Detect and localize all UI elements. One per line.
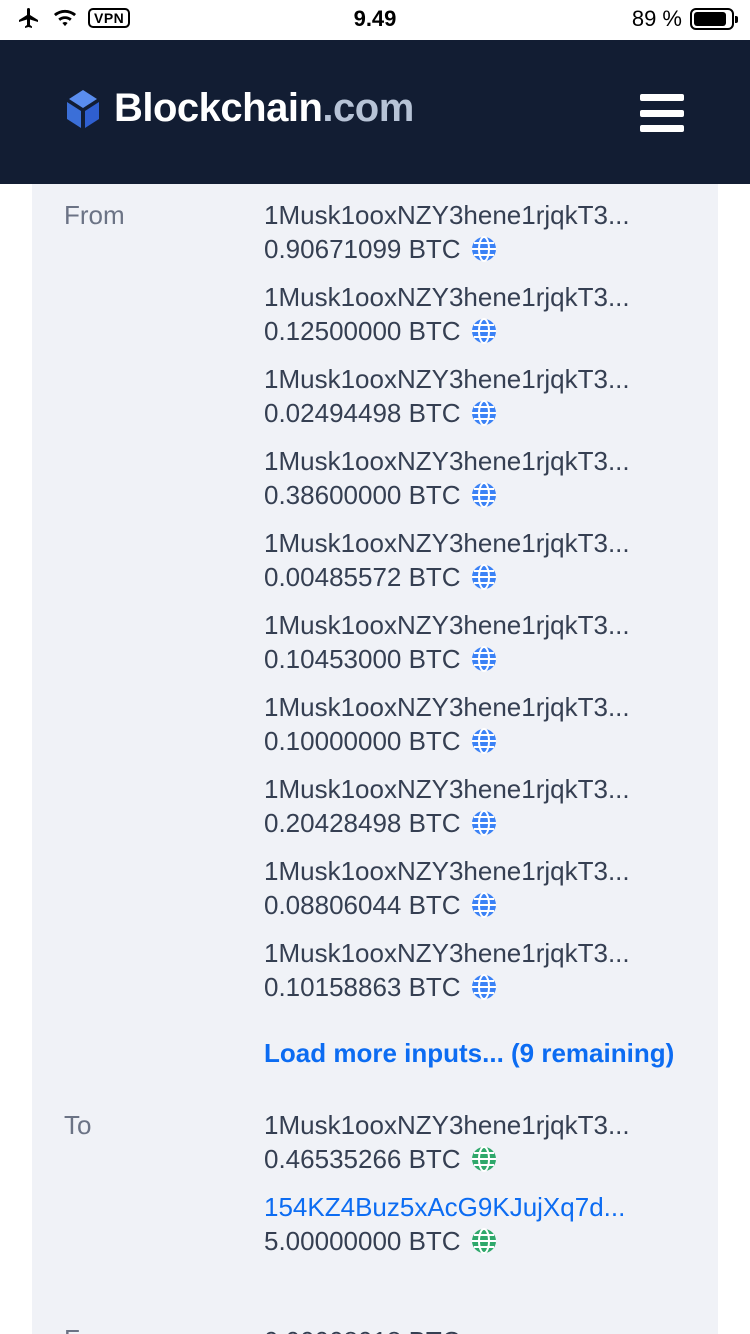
address-link[interactable]: 154KZ4Buz5xAcG9KJujXq7d...: [264, 1190, 684, 1224]
logo-main: Blockchain: [114, 86, 323, 130]
amount-value: 0.38600000 BTC: [264, 480, 461, 510]
amount: 0.20428498 BTC: [264, 806, 704, 840]
inputs-list: 1Musk1ooxNZY3hene1rjqkT3... 0.90671099 BT…: [264, 198, 704, 1018]
amount: 0.38600000 BTC: [264, 478, 704, 512]
amount: 0.46535266 BTC: [264, 1142, 704, 1176]
list-item: 1Musk1ooxNZY3hene1rjqkT3... 0.10000000 BT…: [264, 690, 704, 772]
globe-icon[interactable]: [471, 974, 497, 1000]
address-link[interactable]: 1Musk1ooxNZY3hene1rjqkT3...: [264, 772, 684, 806]
address-link[interactable]: 1Musk1ooxNZY3hene1rjqkT3...: [264, 854, 684, 888]
menu-bar: [640, 109, 684, 117]
amount-value: 0.08806044 BTC: [264, 890, 461, 920]
address-link[interactable]: 1Musk1ooxNZY3hene1rjqkT3...: [264, 198, 684, 232]
list-item: 1Musk1ooxNZY3hene1rjqkT3... 0.02494498 BT…: [264, 362, 704, 444]
globe-icon[interactable]: [471, 646, 497, 672]
address-link[interactable]: 1Musk1ooxNZY3hene1rjqkT3...: [264, 362, 684, 396]
site-header: Blockchain.com: [0, 40, 750, 184]
status-bar: VPN 9.49 89 %: [0, 0, 750, 40]
list-item: 1Musk1ooxNZY3hene1rjqkT3... 0.10158863 BT…: [264, 936, 704, 1018]
status-right: 89 %: [631, 6, 738, 32]
list-item: 1Musk1ooxNZY3hene1rjqkT3... 0.90671099 BT…: [264, 198, 704, 280]
amount-value: 0.02494498 BTC: [264, 398, 461, 428]
battery-fill: [694, 12, 727, 26]
from-label: From: [64, 200, 125, 230]
menu-bar: [640, 125, 684, 132]
battery-icon: [690, 8, 738, 30]
battery-percent: 89 %: [631, 6, 682, 31]
next-row-label: Fee: [64, 1324, 109, 1334]
address-link[interactable]: 1Musk1ooxNZY3hene1rjqkT3...: [264, 690, 684, 724]
globe-icon[interactable]: [471, 318, 497, 344]
amount-value: 0.46535266 BTC: [264, 1144, 461, 1174]
next-row-value: 0.00008018 BTC: [264, 1324, 461, 1334]
amount-value: 0.10453000 BTC: [264, 644, 461, 674]
globe-icon[interactable]: [471, 400, 497, 426]
address-link[interactable]: 1Musk1ooxNZY3hene1rjqkT3...: [264, 936, 684, 970]
amount: 0.08806044 BTC: [264, 888, 704, 922]
to-label: To: [64, 1110, 92, 1140]
amount-value: 0.10158863 BTC: [264, 972, 461, 1002]
amount-value: 0.90671099 BTC: [264, 234, 461, 264]
next-row-partial: Fee 0.00008018 BTC: [32, 1324, 718, 1334]
address-link[interactable]: 1Musk1ooxNZY3hene1rjqkT3...: [264, 526, 684, 560]
amount: 0.02494498 BTC: [264, 396, 704, 430]
blockchain-logo-icon: [67, 89, 99, 128]
globe-icon[interactable]: [471, 892, 497, 918]
list-item: 1Musk1ooxNZY3hene1rjqkT3... 0.38600000 BT…: [264, 444, 704, 526]
address-link[interactable]: 1Musk1ooxNZY3hene1rjqkT3...: [264, 608, 684, 642]
list-item: 1Musk1ooxNZY3hene1rjqkT3... 0.08806044 BT…: [264, 854, 704, 936]
address-link[interactable]: 1Musk1ooxNZY3hene1rjqkT3...: [264, 444, 684, 478]
globe-icon[interactable]: [471, 236, 497, 262]
logo-text: Blockchain.com: [114, 86, 414, 131]
load-more-inputs-link[interactable]: Load more inputs... (9 remaining): [264, 1038, 686, 1069]
amount: 0.10453000 BTC: [264, 642, 704, 676]
address-link[interactable]: 1Musk1ooxNZY3hene1rjqkT3...: [264, 1108, 684, 1142]
amount: 5.00000000 BTC: [264, 1224, 704, 1258]
address-link[interactable]: 1Musk1ooxNZY3hene1rjqkT3...: [264, 280, 684, 314]
amount-value: 0.12500000 BTC: [264, 316, 461, 346]
logo-tld: .com: [322, 86, 414, 130]
amount-value: 0.20428498 BTC: [264, 808, 461, 838]
globe-icon[interactable]: [471, 728, 497, 754]
globe-icon[interactable]: [471, 1146, 497, 1172]
globe-icon[interactable]: [471, 482, 497, 508]
amount: 0.10158863 BTC: [264, 970, 704, 1004]
menu-bar: [640, 94, 684, 101]
list-item: 1Musk1ooxNZY3hene1rjqkT3... 0.20428498 BT…: [264, 772, 704, 854]
logo[interactable]: Blockchain.com: [62, 86, 414, 131]
list-item: 1Musk1ooxNZY3hene1rjqkT3... 0.00485572 BT…: [264, 526, 704, 608]
list-item: 1Musk1ooxNZY3hene1rjqkT3... 0.12500000 BT…: [264, 280, 704, 362]
outputs-list: 1Musk1ooxNZY3hene1rjqkT3... 0.46535266 BT…: [264, 1108, 704, 1272]
amount-value: 5.00000000 BTC: [264, 1226, 461, 1256]
transaction-card: From 1Musk1ooxNZY3hene1rjqkT3... 0.906710…: [32, 184, 718, 1334]
amount: 0.90671099 BTC: [264, 232, 704, 266]
amount: 0.00485572 BTC: [264, 560, 704, 594]
amount: 0.10000000 BTC: [264, 724, 704, 758]
amount-value: 0.00485572 BTC: [264, 562, 461, 592]
globe-icon[interactable]: [471, 564, 497, 590]
amount-value: 0.10000000 BTC: [264, 726, 461, 756]
amount: 0.12500000 BTC: [264, 314, 704, 348]
list-item: 154KZ4Buz5xAcG9KJujXq7d... 5.00000000 BTC: [264, 1190, 704, 1272]
list-item: 1Musk1ooxNZY3hene1rjqkT3... 0.10453000 BT…: [264, 608, 704, 690]
globe-icon[interactable]: [471, 810, 497, 836]
hamburger-menu-icon[interactable]: [640, 94, 684, 132]
globe-icon[interactable]: [471, 1228, 497, 1254]
list-item: 1Musk1ooxNZY3hene1rjqkT3... 0.46535266 BT…: [264, 1108, 704, 1190]
